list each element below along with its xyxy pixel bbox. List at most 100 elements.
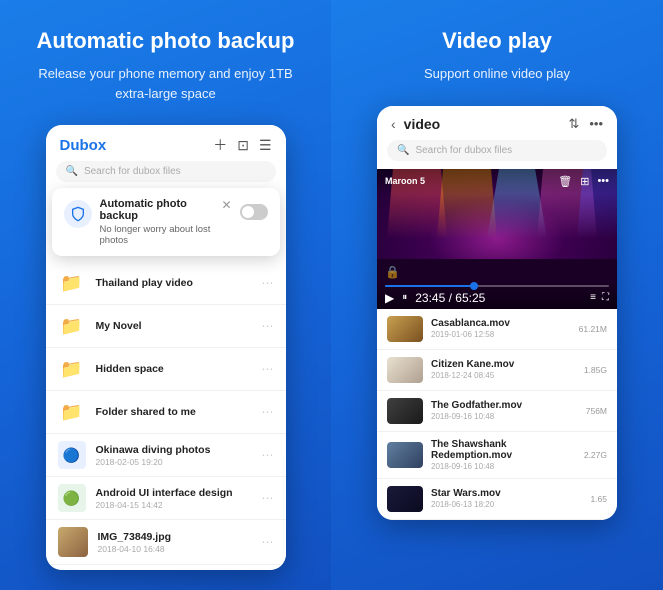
list-item[interactable]: 📁 Thailand play video ⋯ bbox=[46, 262, 286, 305]
video-thumbnail bbox=[387, 442, 423, 468]
list-item[interactable]: 🟢 Android UI interface design 2018-04-15… bbox=[46, 477, 286, 520]
video-player[interactable]: Maroon 5 🗑 ⊞ ••• 🔒 ▶ ⏸ bbox=[377, 169, 617, 309]
more-icon[interactable]: ⋯ bbox=[262, 319, 274, 333]
progress-fill bbox=[385, 285, 470, 287]
back-icon[interactable]: ‹ bbox=[391, 116, 396, 132]
right-title: Video play bbox=[442, 28, 552, 54]
share-icon[interactable]: ⊞ bbox=[580, 175, 589, 188]
video-song-title: Maroon 5 bbox=[385, 176, 425, 186]
video-file-size: 2.27G bbox=[584, 450, 607, 460]
notification-title: Automatic photo backup bbox=[100, 198, 214, 222]
list-item[interactable]: 📁 Folder shared to me ⋯ bbox=[46, 391, 286, 434]
list-item[interactable]: The Shawshank Redemption.mov 2018-09-16 … bbox=[377, 432, 617, 479]
list-item[interactable]: 🔵 Okinawa diving photos 2018-02-05 19:20… bbox=[46, 434, 286, 477]
progress-dot bbox=[470, 282, 478, 290]
video-file-info: The Godfather.mov 2018-09-16 10:48 bbox=[431, 400, 578, 421]
video-file-name: Citizen Kane.mov bbox=[431, 359, 576, 370]
file-name: Hidden space bbox=[96, 363, 252, 375]
file-info: Android UI interface design 2018-04-15 1… bbox=[96, 487, 252, 510]
more-icon[interactable]: ⋯ bbox=[262, 491, 274, 505]
video-top-icons: 🗑 ⊞ ••• bbox=[558, 175, 609, 188]
image-thumbnail bbox=[58, 527, 88, 557]
file-name: Thailand play video bbox=[96, 277, 252, 289]
search-bar[interactable]: 🔍 Search for dubox files bbox=[56, 161, 276, 182]
more-icon[interactable]: ••• bbox=[597, 175, 609, 187]
video-file-name: Star Wars.mov bbox=[431, 488, 582, 499]
search-placeholder: Search for dubox files bbox=[84, 166, 181, 177]
folder-icon: 📁 bbox=[58, 355, 86, 383]
close-icon[interactable]: ✕ bbox=[221, 198, 231, 212]
video-file-name: Casablanca.mov bbox=[431, 318, 571, 329]
more-icon[interactable]: ⋯ bbox=[262, 405, 274, 419]
video-header: ‹ video ⇅ ••• bbox=[377, 106, 617, 140]
camera-icon[interactable]: ⊡ bbox=[237, 137, 249, 154]
video-header-left: ‹ video bbox=[391, 116, 440, 132]
video-thumbnail bbox=[387, 486, 423, 512]
list-item[interactable]: Star Wars.mov 2018-06-13 18:20 1.65 bbox=[377, 479, 617, 520]
more-icon[interactable]: ⋯ bbox=[262, 276, 274, 290]
menu-icon[interactable]: ☰ bbox=[259, 137, 272, 154]
subtitle-icon[interactable]: ≡ bbox=[590, 292, 596, 303]
fullscreen-icon[interactable]: ⛶ bbox=[602, 292, 609, 303]
notification-popup: Automatic photo backup No longer worry a… bbox=[52, 188, 280, 256]
video-file-info: Citizen Kane.mov 2018-12-24 08:45 bbox=[431, 359, 576, 380]
video-file-size: 756M bbox=[586, 406, 607, 416]
left-panel: Automatic photo backup Release your phon… bbox=[0, 0, 331, 590]
video-file-date: 2018-12-24 08:45 bbox=[431, 371, 576, 380]
right-subtitle: Support online video play bbox=[424, 64, 570, 84]
video-thumbnail bbox=[387, 316, 423, 342]
video-header-icons: ⇅ ••• bbox=[568, 116, 603, 132]
list-item[interactable]: IMG_73849720930.jpg 2018-04-09 09:46 ⋯ bbox=[46, 565, 286, 570]
file-info: My Novel bbox=[96, 320, 252, 332]
pause-icon[interactable]: ⏸ bbox=[402, 292, 407, 303]
video-file-size: 1.65 bbox=[590, 494, 607, 504]
video-file-date: 2018-09-16 10:48 bbox=[431, 412, 578, 421]
toggle-switch[interactable] bbox=[240, 204, 268, 220]
file-date: 2018-02-05 19:20 bbox=[96, 457, 252, 467]
search-placeholder: Search for dubox files bbox=[415, 145, 512, 156]
more-icon[interactable]: ⋯ bbox=[262, 448, 274, 462]
lock-icon[interactable]: 🔒 bbox=[385, 265, 400, 279]
file-list: 📁 Thailand play video ⋯ 📁 My Novel ⋯ 📁 H… bbox=[46, 262, 286, 570]
sort-icon[interactable]: ⇅ bbox=[568, 116, 579, 132]
app-header: Dubox ＋ ⊡ ☰ bbox=[46, 125, 286, 161]
folder-icon: 📁 bbox=[58, 398, 86, 426]
video-controls-row: ▶ ⏸ 23:45 / 65:25 ≡ ⛶ bbox=[385, 291, 609, 305]
file-name: Folder shared to me bbox=[96, 406, 252, 418]
file-info: Folder shared to me bbox=[96, 406, 252, 418]
list-item[interactable]: 📁 My Novel ⋯ bbox=[46, 305, 286, 348]
notification-icon bbox=[64, 200, 92, 228]
progress-bar[interactable] bbox=[385, 285, 609, 287]
left-title: Automatic photo backup bbox=[37, 28, 295, 54]
add-icon[interactable]: ＋ bbox=[213, 135, 227, 155]
list-item[interactable]: Casablanca.mov 2019-01-06 12:58 61.21M bbox=[377, 309, 617, 350]
list-item[interactable]: IMG_73849.jpg 2018-04-10 16:48 ⋯ bbox=[46, 520, 286, 565]
video-thumbnail bbox=[387, 398, 423, 424]
play-icon[interactable]: ▶ bbox=[385, 291, 394, 305]
more-icon[interactable]: ⋯ bbox=[262, 535, 274, 549]
video-play-icons: ▶ ⏸ 23:45 / 65:25 bbox=[385, 291, 485, 305]
list-item[interactable]: Citizen Kane.mov 2018-12-24 08:45 1.85G bbox=[377, 350, 617, 391]
file-date: 2018-04-10 16:48 bbox=[98, 544, 252, 554]
search-icon: 🔍 bbox=[66, 166, 78, 177]
file-icon: 🟢 bbox=[58, 484, 86, 512]
file-info: IMG_73849.jpg 2018-04-10 16:48 bbox=[98, 531, 252, 554]
left-phone-mockup: Dubox ＋ ⊡ ☰ 🔍 Search for dubox files Aut… bbox=[46, 125, 286, 570]
more-icon[interactable]: ••• bbox=[589, 116, 603, 131]
app-logo: Dubox bbox=[60, 137, 107, 154]
right-phone-mockup: ‹ video ⇅ ••• 🔍 Search for dubox files bbox=[377, 106, 617, 520]
right-panel: Video play Support online video play ‹ v… bbox=[331, 0, 663, 590]
video-top-bar: Maroon 5 🗑 ⊞ ••• bbox=[377, 169, 617, 194]
video-search[interactable]: 🔍 Search for dubox files bbox=[387, 140, 607, 161]
video-file-name: The Godfather.mov bbox=[431, 400, 578, 411]
folder-icon: 📁 bbox=[58, 312, 86, 340]
list-item[interactable]: 📁 Hidden space ⋯ bbox=[46, 348, 286, 391]
app-header-icons: ＋ ⊡ ☰ bbox=[213, 135, 271, 155]
list-item[interactable]: The Godfather.mov 2018-09-16 10:48 756M bbox=[377, 391, 617, 432]
notification-subtitle: No longer worry about lost photos bbox=[100, 224, 214, 246]
more-icon[interactable]: ⋯ bbox=[262, 362, 274, 376]
delete-icon[interactable]: 🗑 bbox=[558, 175, 572, 188]
file-info: Thailand play video bbox=[96, 277, 252, 289]
file-name: Android UI interface design bbox=[96, 487, 252, 499]
file-name: My Novel bbox=[96, 320, 252, 332]
